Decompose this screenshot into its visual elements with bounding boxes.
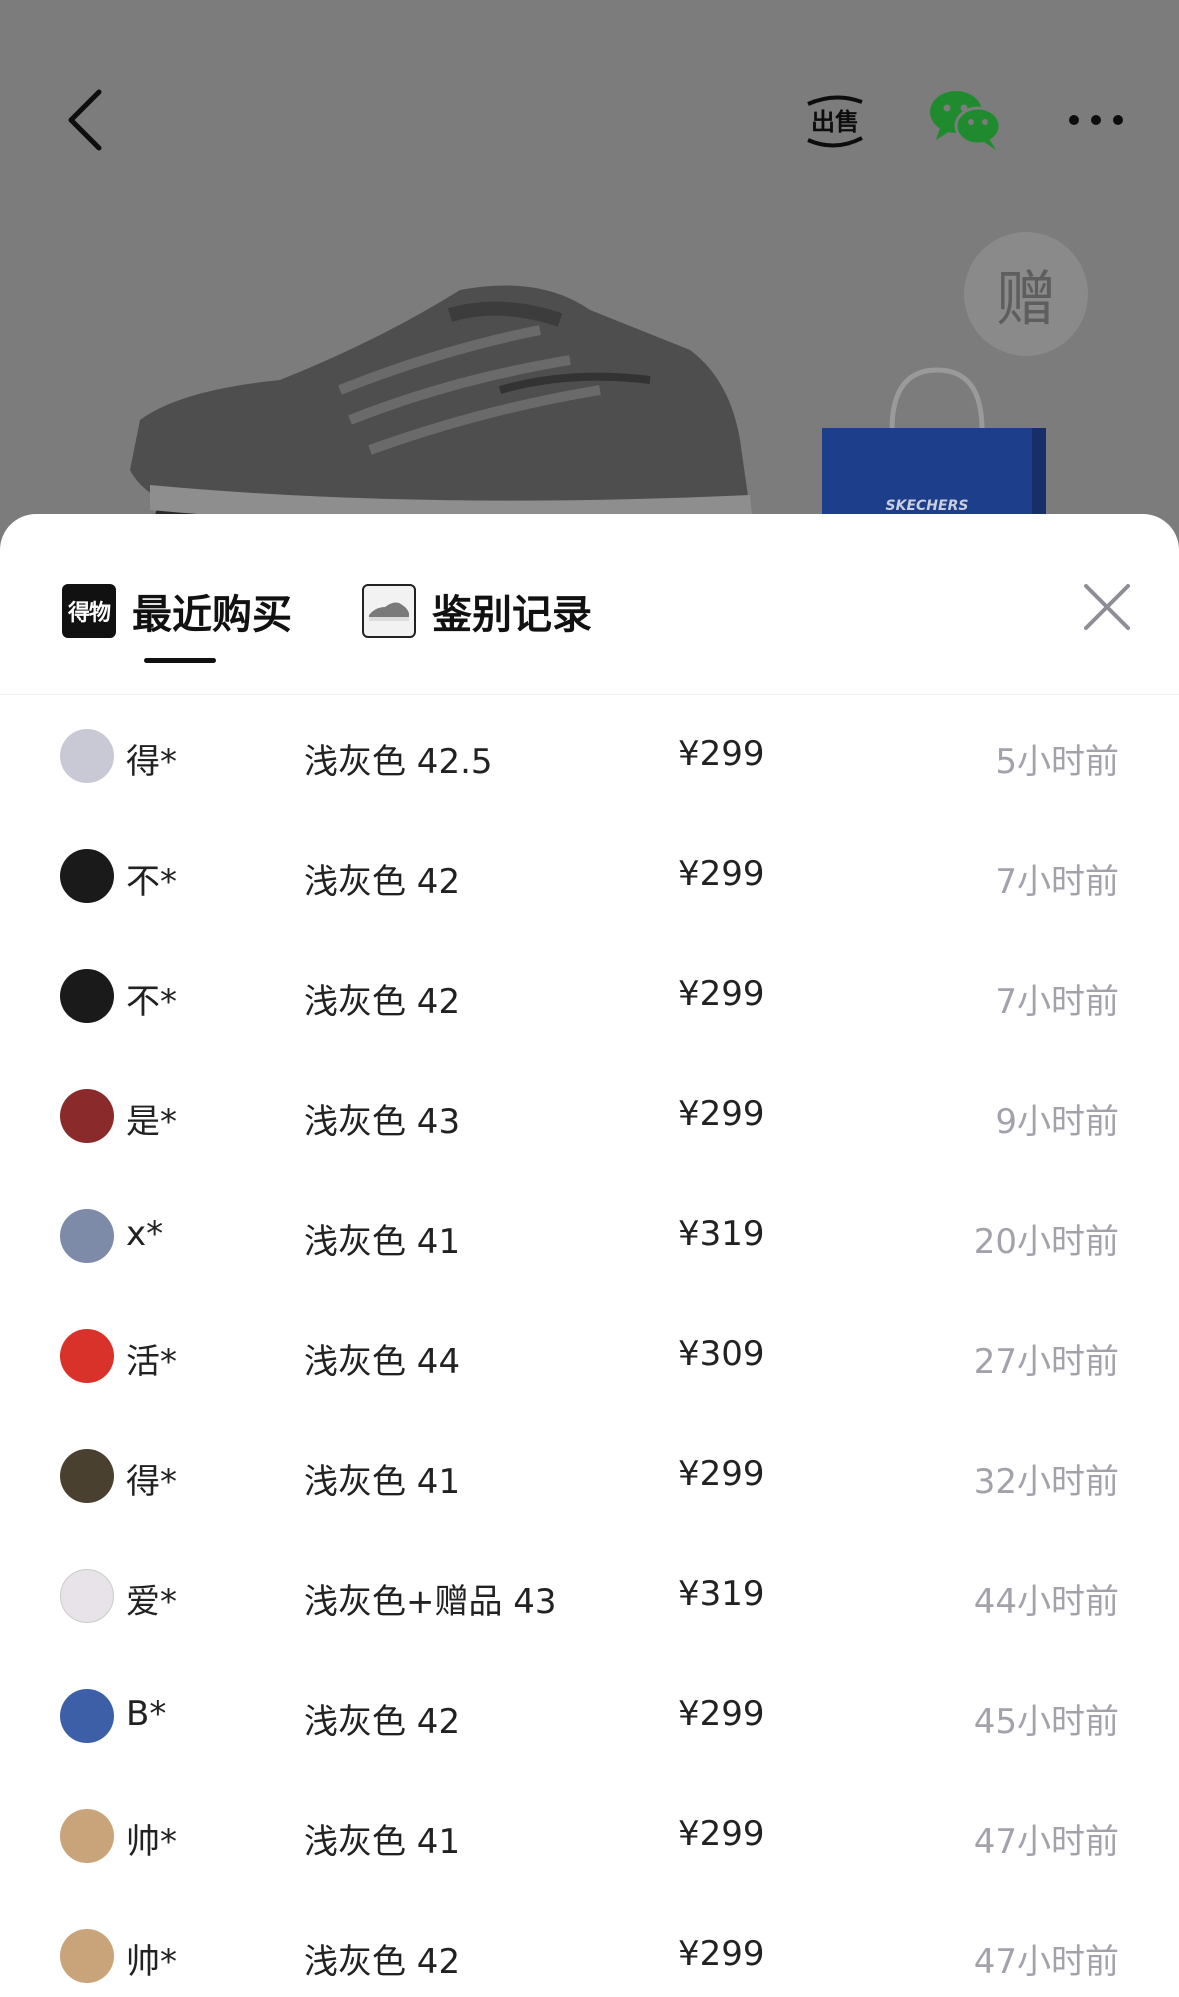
purchase-row: 帅* 浅灰色 41 ¥299 47小时前 — [0, 1774, 1179, 1894]
purchase-time: 9小时前 — [995, 1102, 1119, 1142]
product-hero: 出售 赠 SKECHERS — [0, 0, 1179, 560]
sell-icon: 出售 — [807, 95, 863, 148]
purchase-time: 45小时前 — [973, 1702, 1119, 1742]
user-avatar — [60, 1569, 114, 1623]
tab-recent-purchases-label: 最近购买 — [132, 592, 292, 638]
purchase-spec: 浅灰色 43 — [304, 1102, 461, 1142]
purchase-price: ¥299 — [678, 854, 765, 894]
purchase-row: 不* 浅灰色 42 ¥299 7小时前 — [0, 814, 1179, 934]
user-avatar — [60, 1209, 114, 1263]
sell-button[interactable]: 出售 — [800, 86, 870, 156]
purchase-spec: 浅灰色 42 — [304, 1942, 461, 1982]
chevron-left-icon — [68, 89, 102, 151]
tab-recent-purchases[interactable]: 得物 最近购买 — [62, 576, 292, 646]
purchase-row: x* 浅灰色 41 ¥319 20小时前 — [0, 1174, 1179, 1294]
user-avatar — [60, 1929, 114, 1983]
user-avatar — [60, 1449, 114, 1503]
purchase-price: ¥319 — [678, 1214, 765, 1254]
buyer-name: 得* — [126, 1462, 177, 1502]
purchase-row: 爱* 浅灰色+赠品 43 ¥319 44小时前 — [0, 1534, 1179, 1654]
more-button[interactable] — [1066, 100, 1126, 140]
buyer-name: 不* — [126, 982, 177, 1022]
active-tab-indicator — [144, 658, 216, 663]
buyer-name: B* — [126, 1694, 167, 1734]
purchase-row: 是* 浅灰色 43 ¥299 9小时前 — [0, 1054, 1179, 1174]
purchase-spec: 浅灰色 42 — [304, 1702, 461, 1742]
purchase-spec: 浅灰色 41 — [304, 1462, 461, 1502]
gift-badge[interactable]: 赠 — [964, 232, 1088, 356]
purchase-price: ¥299 — [678, 734, 765, 774]
purchase-time: 47小时前 — [973, 1822, 1119, 1862]
purchase-row: 得* 浅灰色 42.5 ¥299 5小时前 — [0, 694, 1179, 814]
close-icon — [1084, 584, 1130, 630]
tab-authentication-records-label: 鉴别记录 — [432, 592, 592, 638]
purchase-row: 活* 浅灰色 44 ¥309 27小时前 — [0, 1294, 1179, 1414]
user-avatar — [60, 729, 114, 783]
purchase-price: ¥299 — [678, 1694, 765, 1734]
shoe-thumbnail-icon — [362, 584, 416, 638]
dewu-logo-icon: 得物 — [62, 584, 116, 638]
purchase-time: 32小时前 — [973, 1462, 1119, 1502]
recent-purchases-sheet: 得物 最近购买 鉴别记录 得* 浅灰色 42.5 ¥299 5小时前 不* 浅灰… — [0, 514, 1179, 1997]
purchase-time: 44小时前 — [973, 1582, 1119, 1622]
wechat-icon — [930, 91, 1002, 150]
purchase-time: 5小时前 — [995, 742, 1119, 782]
user-avatar — [60, 969, 114, 1023]
purchase-spec: 浅灰色 44 — [304, 1342, 461, 1382]
purchase-time: 47小时前 — [973, 1942, 1119, 1982]
purchase-price: ¥319 — [678, 1574, 765, 1614]
buyer-name: 爱* — [126, 1582, 177, 1622]
purchase-spec: 浅灰色 42 — [304, 862, 461, 902]
user-avatar — [60, 1689, 114, 1743]
purchase-price: ¥299 — [678, 1454, 765, 1494]
purchase-list: 得* 浅灰色 42.5 ¥299 5小时前 不* 浅灰色 42 ¥299 7小时… — [0, 694, 1179, 1997]
user-avatar — [60, 1329, 114, 1383]
buyer-name: 是* — [126, 1102, 177, 1142]
tab-authentication-records[interactable]: 鉴别记录 — [362, 576, 592, 646]
purchase-row: 得* 浅灰色 41 ¥299 32小时前 — [0, 1414, 1179, 1534]
sheet-tab-bar: 得物 最近购买 鉴别记录 — [0, 514, 1179, 695]
purchase-price: ¥299 — [678, 1094, 765, 1134]
purchase-row: B* 浅灰色 42 ¥299 45小时前 — [0, 1654, 1179, 1774]
purchase-price: ¥299 — [678, 974, 765, 1014]
purchase-price: ¥299 — [678, 1934, 765, 1974]
purchase-time: 27小时前 — [973, 1342, 1119, 1382]
wechat-share-button[interactable] — [928, 88, 1004, 152]
buyer-name: 帅* — [126, 1822, 177, 1862]
buyer-name: x* — [126, 1214, 164, 1254]
purchase-time: 7小时前 — [995, 982, 1119, 1022]
buyer-name: 不* — [126, 862, 177, 902]
buyer-name: 得* — [126, 742, 177, 782]
purchase-spec: 浅灰色 41 — [304, 1222, 461, 1262]
purchase-spec: 浅灰色 42.5 — [304, 742, 493, 782]
bag-brand-text: SKECHERS — [886, 498, 969, 514]
close-button[interactable] — [1080, 580, 1134, 634]
buyer-name: 活* — [126, 1342, 177, 1382]
purchase-price: ¥299 — [678, 1814, 765, 1854]
buyer-name: 帅* — [126, 1942, 177, 1982]
user-avatar — [60, 849, 114, 903]
purchase-row: 不* 浅灰色 42 ¥299 7小时前 — [0, 934, 1179, 1054]
back-button[interactable] — [55, 80, 115, 160]
purchase-spec: 浅灰色 42 — [304, 982, 461, 1022]
user-avatar — [60, 1089, 114, 1143]
purchase-time: 20小时前 — [973, 1222, 1119, 1262]
user-avatar — [60, 1809, 114, 1863]
sell-label: 出售 — [811, 108, 859, 136]
purchase-spec: 浅灰色+赠品 43 — [304, 1582, 557, 1622]
more-icon — [1069, 115, 1123, 125]
purchase-spec: 浅灰色 41 — [304, 1822, 461, 1862]
purchase-price: ¥309 — [678, 1334, 765, 1374]
purchase-row: 帅* 浅灰色 42 ¥299 47小时前 — [0, 1894, 1179, 1997]
purchase-time: 7小时前 — [995, 862, 1119, 902]
